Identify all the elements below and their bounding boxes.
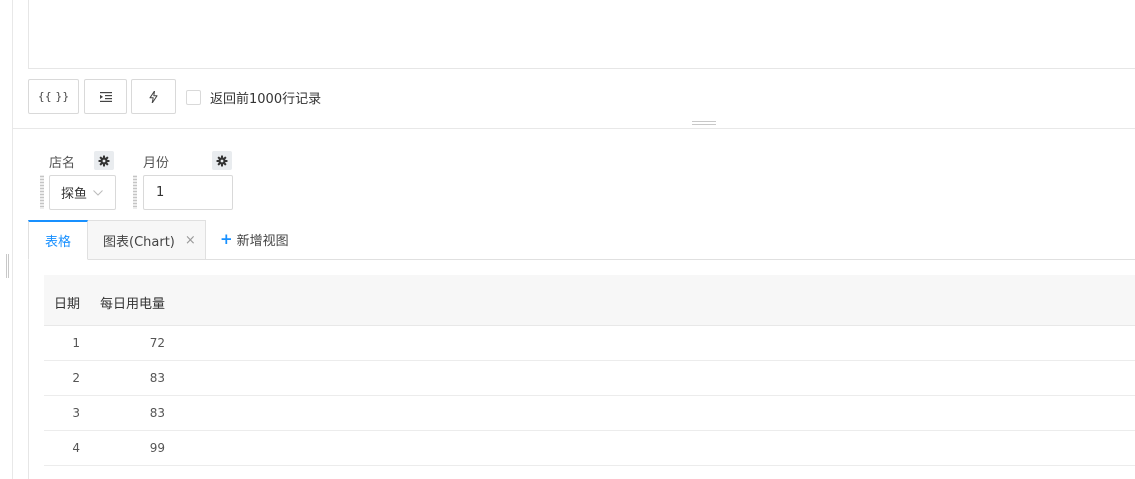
store-select-value: 探鱼 [61, 187, 88, 202]
results-left-border [28, 260, 29, 479]
tab-table[interactable]: 表格 [28, 220, 88, 260]
cell-daily-power: 83 [149, 371, 165, 385]
sql-query-panel: {{ }} 返回前1000行记录 店名 月份 探鱼 1 表格 图表(Chart)… [0, 0, 1135, 479]
cell-daily-power: 83 [149, 406, 165, 420]
table-row: 1 72 [44, 326, 1135, 361]
split-resize-handle[interactable] [692, 121, 716, 125]
month-input-value: 1 [156, 185, 165, 200]
table-row: 3 83 [44, 396, 1135, 431]
limit-rows-option[interactable]: 返回前1000行记录 [186, 88, 322, 107]
param-label-month: 月份 [143, 156, 170, 171]
tab-chart[interactable]: 图表(Chart) × [88, 220, 206, 260]
close-icon[interactable]: × [185, 233, 196, 248]
run-button[interactable] [131, 79, 176, 114]
add-view-label: 新增视图 [236, 234, 289, 249]
limit-rows-checkbox[interactable] [186, 89, 201, 105]
cell-date: 1 [72, 336, 80, 350]
tab-chart-label: 图表(Chart) [103, 234, 175, 250]
store-select[interactable]: 探鱼 [49, 175, 116, 210]
column-header-date[interactable]: 日期 [54, 293, 80, 312]
cell-daily-power: 72 [149, 336, 165, 350]
gear-glyph [216, 155, 228, 166]
param-drag-handle[interactable] [133, 175, 137, 209]
sql-editor[interactable] [28, 0, 1135, 69]
param-drag-handle[interactable] [40, 175, 44, 209]
param-label-store: 店名 [49, 156, 76, 171]
chevron-down-icon [93, 189, 103, 196]
table-header: 日期 每日用电量 [44, 275, 1135, 326]
table-row: 2 83 [44, 361, 1135, 396]
format-button[interactable]: {{ }} [28, 79, 79, 114]
plus-icon: + [220, 230, 233, 248]
cell-daily-power: 99 [149, 441, 165, 455]
gear-glyph [98, 155, 110, 166]
gear-icon[interactable] [94, 151, 114, 170]
left-gutter-border [12, 0, 13, 479]
add-view-button[interactable]: + 新增视图 [220, 230, 289, 250]
indent-icon [99, 91, 112, 102]
table-row: 4 99 [44, 431, 1135, 466]
cell-date: 3 [72, 406, 80, 420]
format-braces-label: {{ }} [37, 90, 70, 103]
tab-table-label: 表格 [44, 235, 71, 250]
column-header-daily-power[interactable]: 每日用电量 [100, 293, 165, 312]
month-input[interactable]: 1 [143, 175, 233, 210]
panel-resize-handle[interactable] [6, 254, 9, 278]
indent-button[interactable] [84, 79, 127, 114]
cell-date: 2 [72, 371, 80, 385]
lightning-icon [149, 90, 158, 103]
gear-icon[interactable] [212, 151, 232, 170]
cell-date: 4 [72, 441, 80, 455]
limit-rows-label: 返回前1000行记录 [210, 91, 322, 107]
editor-results-divider [13, 128, 1135, 129]
